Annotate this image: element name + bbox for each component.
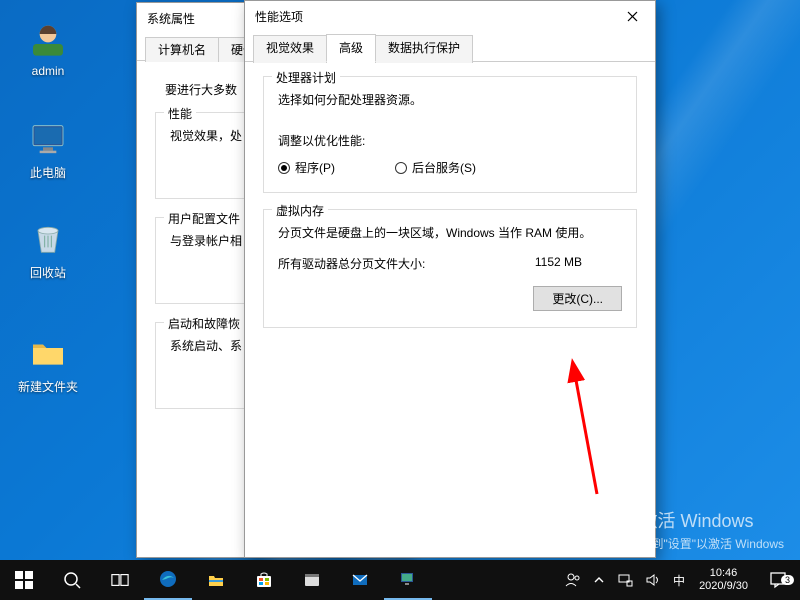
network-icon — [617, 572, 633, 588]
tab-advanced[interactable]: 高级 — [326, 34, 376, 62]
radio-background-services[interactable]: 后台服务(S) — [395, 159, 476, 176]
tray-ime[interactable]: 中 — [667, 560, 691, 600]
taskbar-app-sysprops[interactable] — [384, 560, 432, 600]
user-icon — [27, 18, 69, 60]
tabs: 视觉效果 高级 数据执行保护 — [245, 33, 655, 62]
watermark-line1: 激活 Windows — [639, 507, 784, 533]
desktop-icon-label: 回收站 — [12, 264, 84, 281]
tray-network[interactable] — [611, 560, 639, 600]
task-view-icon — [111, 571, 129, 589]
edge-icon — [159, 570, 177, 588]
search-button[interactable] — [48, 560, 96, 600]
tray-volume[interactable] — [639, 560, 667, 600]
chevron-up-icon — [593, 574, 605, 586]
desktop-icon-this-pc[interactable]: 此电脑 — [12, 118, 84, 181]
group-legend: 用户配置文件 — [164, 210, 244, 227]
taskbar-app-explorer[interactable] — [192, 560, 240, 600]
clock-date: 2020/9/30 — [699, 580, 748, 593]
performance-options-dialog: 性能选项 视觉效果 高级 数据执行保护 处理器计划 选择如何分配处理器资源。 调… — [244, 0, 656, 558]
cpu-desc: 选择如何分配处理器资源。 — [278, 91, 622, 108]
clock-time: 10:46 — [699, 567, 748, 580]
desktop-icon-new-folder[interactable]: 新建文件夹 — [12, 332, 84, 395]
taskbar-app-mail[interactable] — [336, 560, 384, 600]
start-button[interactable] — [0, 560, 48, 600]
dialog-title: 系统属性 — [147, 10, 195, 27]
change-button[interactable]: 更改(C)... — [533, 286, 622, 311]
vm-desc: 分页文件是硬盘上的一块区域，Windows 当作 RAM 使用。 — [278, 224, 622, 241]
tray-chevron-up[interactable] — [587, 560, 611, 600]
desktop-icon-label: admin — [12, 64, 84, 78]
group-legend: 性能 — [164, 105, 196, 122]
radio-programs[interactable]: 程序(P) — [278, 159, 335, 176]
radio-label: 程序(P) — [295, 159, 335, 176]
app-icon — [303, 571, 321, 589]
taskbar-clock[interactable]: 10:46 2020/9/30 — [691, 567, 756, 592]
vm-total-value: 1152 MB — [535, 255, 582, 272]
radio-label: 后台服务(S) — [412, 159, 476, 176]
tray-people[interactable] — [559, 560, 587, 600]
radio-icon — [278, 162, 290, 174]
group-virtual-memory: 虚拟内存 分页文件是硬盘上的一块区域，Windows 当作 RAM 使用。 所有… — [263, 209, 637, 328]
desktop-icon-recycle-bin[interactable]: 回收站 — [12, 218, 84, 281]
close-button[interactable] — [610, 1, 655, 31]
group-legend: 处理器计划 — [272, 69, 340, 86]
group-cpu-scheduling: 处理器计划 选择如何分配处理器资源。 调整以优化性能: 程序(P) 后台服务(S… — [263, 76, 637, 193]
group-legend: 虚拟内存 — [272, 202, 328, 219]
volume-icon — [645, 572, 661, 588]
vm-total-label: 所有驱动器总分页文件大小: — [278, 255, 425, 272]
watermark-line2: 转到"设置"以激活 Windows — [639, 535, 784, 552]
dialog-title: 性能选项 — [255, 8, 303, 25]
adjust-label: 调整以优化性能: — [278, 132, 622, 149]
notification-badge: 3 — [781, 575, 794, 585]
mail-icon — [351, 571, 369, 589]
recycle-bin-icon — [27, 218, 69, 260]
close-icon — [627, 11, 638, 22]
tab-dep[interactable]: 数据执行保护 — [375, 35, 473, 63]
activation-watermark: 激活 Windows 转到"设置"以激活 Windows — [639, 507, 784, 552]
search-icon — [63, 571, 81, 589]
monitor-icon — [27, 118, 69, 160]
desktop-icon-admin[interactable]: admin — [12, 18, 84, 78]
taskbar-app-generic[interactable] — [288, 560, 336, 600]
taskbar-app-store[interactable] — [240, 560, 288, 600]
tab-computer-name[interactable]: 计算机名 — [145, 37, 219, 62]
folder-icon — [27, 332, 69, 374]
windows-logo-icon — [15, 571, 33, 589]
ime-label: 中 — [673, 572, 685, 589]
store-icon — [255, 571, 273, 589]
action-center-button[interactable]: 3 — [756, 571, 800, 589]
desktop-icon-label: 新建文件夹 — [12, 378, 84, 395]
taskbar-app-edge[interactable] — [144, 560, 192, 600]
task-view-button[interactable] — [96, 560, 144, 600]
tab-visual-effects[interactable]: 视觉效果 — [253, 35, 327, 63]
titlebar[interactable]: 性能选项 — [245, 1, 655, 31]
radio-icon — [395, 162, 407, 174]
sysprops-icon — [399, 570, 417, 588]
file-explorer-icon — [207, 571, 225, 589]
group-legend: 启动和故障恢 — [164, 315, 244, 332]
taskbar: 中 10:46 2020/9/30 3 — [0, 560, 800, 600]
people-icon — [565, 572, 581, 588]
desktop-icon-label: 此电脑 — [12, 164, 84, 181]
system-tray: 中 10:46 2020/9/30 3 — [559, 560, 800, 600]
